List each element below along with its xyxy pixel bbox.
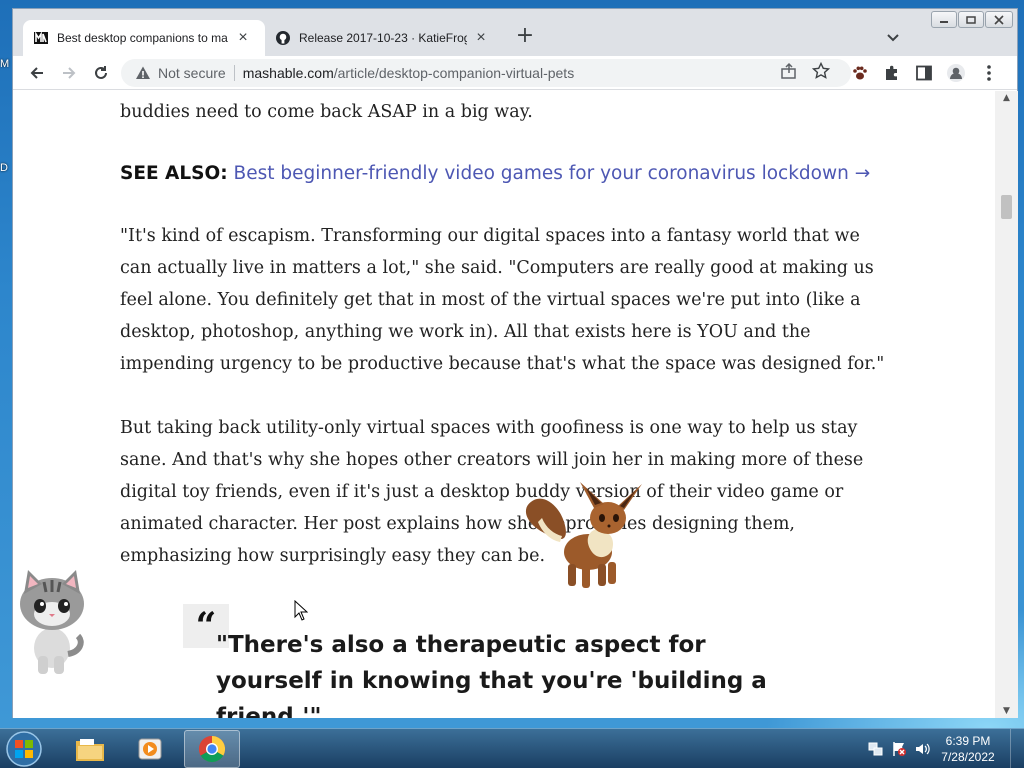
back-arrow-icon[interactable] bbox=[25, 61, 49, 85]
restore-button[interactable] bbox=[958, 11, 984, 28]
see-also-line: SEE ALSO: Best beginner-friendly video g… bbox=[120, 158, 870, 190]
reload-icon[interactable] bbox=[89, 61, 113, 85]
paragraph-text: But taking back utility-only virtual spa… bbox=[120, 418, 864, 566]
taskbar: 6:39 PM 7/28/2022 bbox=[0, 728, 1024, 768]
browser-toolbar: Not secure mashable.com/article/desktop-… bbox=[13, 56, 1017, 90]
minimize-button[interactable] bbox=[931, 11, 957, 28]
desktop-icon-label-fragment[interactable]: M bbox=[0, 58, 12, 70]
puzzle-extensions-icon[interactable] bbox=[882, 63, 902, 83]
see-also-link[interactable]: Best beginner-friendly video games for y… bbox=[234, 163, 849, 184]
action-center-flag-icon[interactable] bbox=[891, 741, 907, 757]
close-icon[interactable]: × bbox=[235, 30, 251, 46]
chrome-taskbar-button[interactable] bbox=[184, 730, 240, 768]
profile-avatar-icon[interactable] bbox=[946, 63, 966, 83]
kebab-menu-icon[interactable] bbox=[979, 63, 999, 83]
address-bar[interactable]: Not secure mashable.com/article/desktop-… bbox=[121, 59, 851, 87]
network-icon[interactable] bbox=[868, 741, 884, 757]
pull-quote: "There's also a therapeutic aspect for y… bbox=[216, 632, 767, 718]
file-explorer-taskbar-button[interactable] bbox=[62, 730, 118, 768]
start-button[interactable] bbox=[4, 730, 46, 768]
warning-triangle-icon[interactable] bbox=[135, 65, 151, 81]
close-icon[interactable]: × bbox=[473, 30, 489, 46]
system-clock[interactable]: 6:39 PM 7/28/2022 bbox=[938, 733, 998, 765]
clock-date: 7/28/2022 bbox=[941, 750, 995, 764]
side-panel-icon[interactable] bbox=[914, 63, 934, 83]
tab-strip: Best desktop companions to ma × Release … bbox=[13, 9, 1017, 56]
arrow-right-icon[interactable]: → bbox=[855, 163, 871, 184]
volume-icon[interactable] bbox=[914, 741, 930, 757]
media-player-taskbar-button[interactable] bbox=[122, 730, 178, 768]
close-window-button[interactable] bbox=[985, 11, 1013, 28]
desktop-icon-label-fragment[interactable]: D bbox=[0, 162, 12, 174]
url-path: /article/desktop-companion-virtual-pets bbox=[333, 65, 575, 81]
github-icon bbox=[275, 30, 291, 46]
tab-search-chevron-icon[interactable] bbox=[883, 27, 903, 47]
tab-title: Release 2017-10-23 · KatieFrogs/ bbox=[299, 31, 467, 45]
forward-arrow-icon[interactable] bbox=[57, 61, 81, 85]
share-icon[interactable] bbox=[779, 61, 799, 81]
tab-title: Best desktop companions to ma bbox=[57, 31, 228, 45]
scrollbar-thumb[interactable] bbox=[1001, 195, 1012, 219]
scroll-down-arrow-icon[interactable]: ▼ bbox=[1000, 706, 1013, 716]
omnibox-divider bbox=[233, 65, 235, 81]
eevee-desktop-pet[interactable] bbox=[516, 478, 656, 604]
paw-extension-icon[interactable] bbox=[850, 63, 870, 83]
page-content[interactable]: buddies need to come back ASAP in a big … bbox=[13, 91, 995, 718]
security-status-label: Not secure bbox=[158, 65, 226, 81]
paragraph-text: buddies need to come back ASAP in a big … bbox=[120, 102, 533, 122]
see-also-label: SEE ALSO: bbox=[120, 163, 228, 184]
paragraph-text: "It's kind of escapism. Transforming our… bbox=[120, 226, 885, 374]
url-domain: mashable.com bbox=[242, 65, 334, 81]
new-tab-button[interactable]: + bbox=[513, 25, 537, 49]
mashable-m-icon bbox=[33, 30, 49, 46]
scroll-up-arrow-icon[interactable]: ▲ bbox=[1000, 93, 1013, 103]
clock-time: 6:39 PM bbox=[945, 734, 991, 748]
browser-window: Best desktop companions to ma × Release … bbox=[12, 8, 1018, 718]
tab-mashable-article[interactable]: Best desktop companions to ma × bbox=[23, 20, 265, 56]
show-desktop-button[interactable] bbox=[1010, 729, 1024, 768]
vertical-scrollbar[interactable]: ▲ ▼ bbox=[995, 91, 1018, 718]
mouse-cursor-icon bbox=[294, 599, 309, 626]
tab-github-release[interactable]: Release 2017-10-23 · KatieFrogs/ × bbox=[265, 20, 503, 56]
cat-desktop-pet[interactable] bbox=[18, 570, 90, 680]
bookmark-star-icon[interactable] bbox=[811, 61, 831, 81]
